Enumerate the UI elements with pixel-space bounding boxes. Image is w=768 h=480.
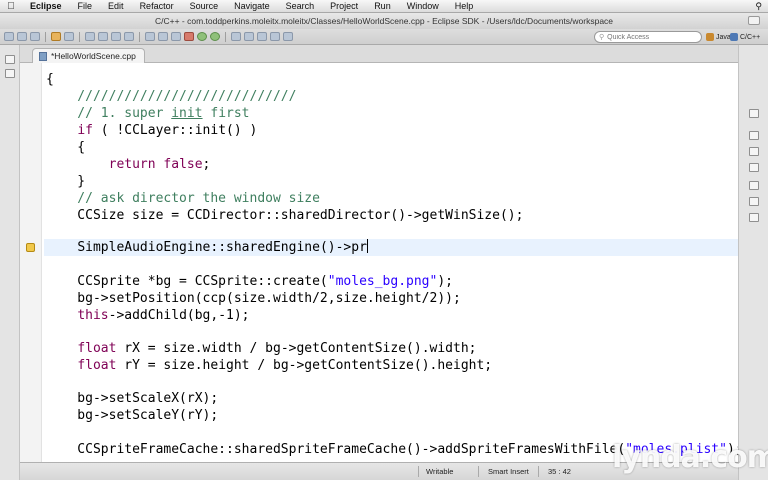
code-line: CCSize size = CCDirector::sharedDirector…: [46, 208, 524, 223]
perspective-java-label: Java: [716, 33, 731, 41]
code-line: return false;: [108, 157, 211, 172]
menu-search[interactable]: Search: [278, 1, 323, 11]
current-code-line[interactable]: SimpleAudioEngine::sharedEngine()->pr: [44, 239, 738, 256]
status-divider: [478, 466, 479, 477]
menu-project[interactable]: Project: [322, 1, 366, 11]
cpp-perspective-icon: [730, 33, 738, 41]
code-line: // 1. super init first: [46, 106, 250, 121]
code-line: // ask director the window size: [46, 191, 320, 206]
code-line: }: [46, 174, 86, 189]
status-insert-mode: Smart Insert: [488, 467, 529, 476]
status-cursor-position: 35 : 42: [548, 467, 571, 476]
code-line: bg->setScaleY(rY);: [46, 408, 219, 423]
menu-run[interactable]: Run: [366, 1, 399, 11]
perspective-java[interactable]: Java: [706, 31, 731, 43]
main-toolbar: ⚲ Java C/C++: [0, 29, 768, 45]
code-line: if ( !CCLayer::init() ): [77, 123, 258, 138]
lynda-watermark: lynda.com: [612, 440, 768, 475]
run-external-tools-icon[interactable]: [210, 32, 220, 41]
menu-help[interactable]: Help: [447, 1, 482, 11]
tab-hello-world-scene[interactable]: *HelloWorldScene.cpp: [32, 48, 145, 63]
new-class-icon[interactable]: [85, 32, 95, 41]
window-expand-button[interactable]: [748, 16, 760, 25]
open-type-icon[interactable]: [145, 32, 155, 41]
menu-app-eclipse[interactable]: Eclipse: [22, 1, 70, 11]
restore-view-icon[interactable]: [5, 55, 15, 64]
editor-gutter: [20, 63, 42, 462]
java-perspective-icon: [706, 33, 714, 41]
new-source-folder-icon[interactable]: [98, 32, 108, 41]
menu-source[interactable]: Source: [182, 1, 227, 11]
warning-marker-icon[interactable]: [26, 243, 35, 252]
quick-access-input[interactable]: [607, 33, 688, 41]
open-element-icon[interactable]: [158, 32, 168, 41]
print-icon[interactable]: [30, 32, 40, 41]
left-trim-bar: [0, 45, 20, 480]
code-line: this->addChild(bg,-1);: [77, 308, 250, 323]
new-header-icon[interactable]: [124, 32, 134, 41]
search-icon[interactable]: [171, 32, 181, 41]
status-divider: [538, 466, 539, 477]
problems-view-icon[interactable]: [749, 181, 759, 190]
perspective-cpp[interactable]: C/C++: [730, 31, 760, 43]
toolbar-divider: [79, 31, 80, 42]
code-line: {: [46, 72, 54, 87]
debug-icon[interactable]: [184, 32, 194, 41]
forward-icon[interactable]: [283, 32, 293, 41]
new-file-icon[interactable]: [111, 32, 121, 41]
code-line: CCSprite *bg = CCSprite::create("moles_b…: [46, 274, 453, 289]
status-writable: Writable: [426, 467, 454, 476]
toolbar-divider: [139, 31, 140, 42]
toggle-mark-occurrences-icon[interactable]: [231, 32, 241, 41]
cpp-file-icon: [39, 51, 47, 61]
menu-window[interactable]: Window: [399, 1, 447, 11]
console-view-icon[interactable]: [749, 197, 759, 206]
code-line: float rX = size.width / bg->getContentSi…: [77, 341, 477, 356]
code-line: {: [46, 140, 86, 155]
menu-navigate[interactable]: Navigate: [226, 1, 278, 11]
toolbar-divider: [45, 31, 46, 42]
run-icon[interactable]: [197, 32, 207, 41]
back-icon[interactable]: [270, 32, 280, 41]
properties-view-icon[interactable]: [749, 213, 759, 222]
restore-view-icon[interactable]: [749, 109, 759, 118]
task-list-icon[interactable]: [749, 163, 759, 172]
outline-view-icon[interactable]: [749, 131, 759, 140]
menu-refactor[interactable]: Refactor: [132, 1, 182, 11]
build-config-icon[interactable]: [64, 32, 74, 41]
code-line: bg->setScaleX(rX);: [46, 391, 219, 406]
current-line-text: SimpleAudioEngine::sharedEngine()->pr: [77, 240, 367, 255]
mac-menu-bar:  Eclipse File Edit Refactor Source Navi…: [0, 0, 768, 13]
make-targets-icon[interactable]: [749, 147, 759, 156]
text-caret: [366, 239, 368, 253]
project-explorer-icon[interactable]: [5, 69, 15, 78]
menu-file[interactable]: File: [70, 1, 101, 11]
toolbar-divider: [225, 31, 226, 42]
editor-tab-strip: *HelloWorldScene.cpp: [20, 45, 738, 63]
window-title: C/C++ - com.toddperkins.moleitx.moleitx/…: [154, 16, 614, 26]
right-trim-bar: [738, 45, 768, 480]
search-icon: ⚲: [599, 34, 605, 41]
perspective-cpp-label: C/C++: [740, 33, 761, 41]
annotation-next-icon[interactable]: [244, 32, 254, 41]
build-icon[interactable]: [51, 32, 61, 41]
quick-access-field[interactable]: ⚲: [594, 31, 702, 43]
status-divider: [418, 466, 419, 477]
code-line: float rY = size.height / bg->getContentS…: [77, 358, 493, 373]
code-line: bg->setPosition(ccp(size.width/2,size.he…: [46, 291, 461, 306]
code-line: ////////////////////////////: [46, 89, 297, 104]
menu-extras: ⚲: [755, 1, 768, 12]
code-editor[interactable]: { //////////////////////////// // 1. sup…: [20, 63, 738, 462]
apple-menu-icon[interactable]: : [0, 1, 22, 12]
menu-edit[interactable]: Edit: [100, 1, 132, 11]
new-icon[interactable]: [4, 32, 14, 41]
window-title-bar: C/C++ - com.toddperkins.moleitx.moleitx/…: [0, 13, 768, 29]
spotlight-icon[interactable]: ⚲: [755, 1, 762, 12]
tab-label: *HelloWorldScene.cpp: [51, 51, 136, 61]
save-icon[interactable]: [17, 32, 27, 41]
annotation-prev-icon[interactable]: [257, 32, 267, 41]
